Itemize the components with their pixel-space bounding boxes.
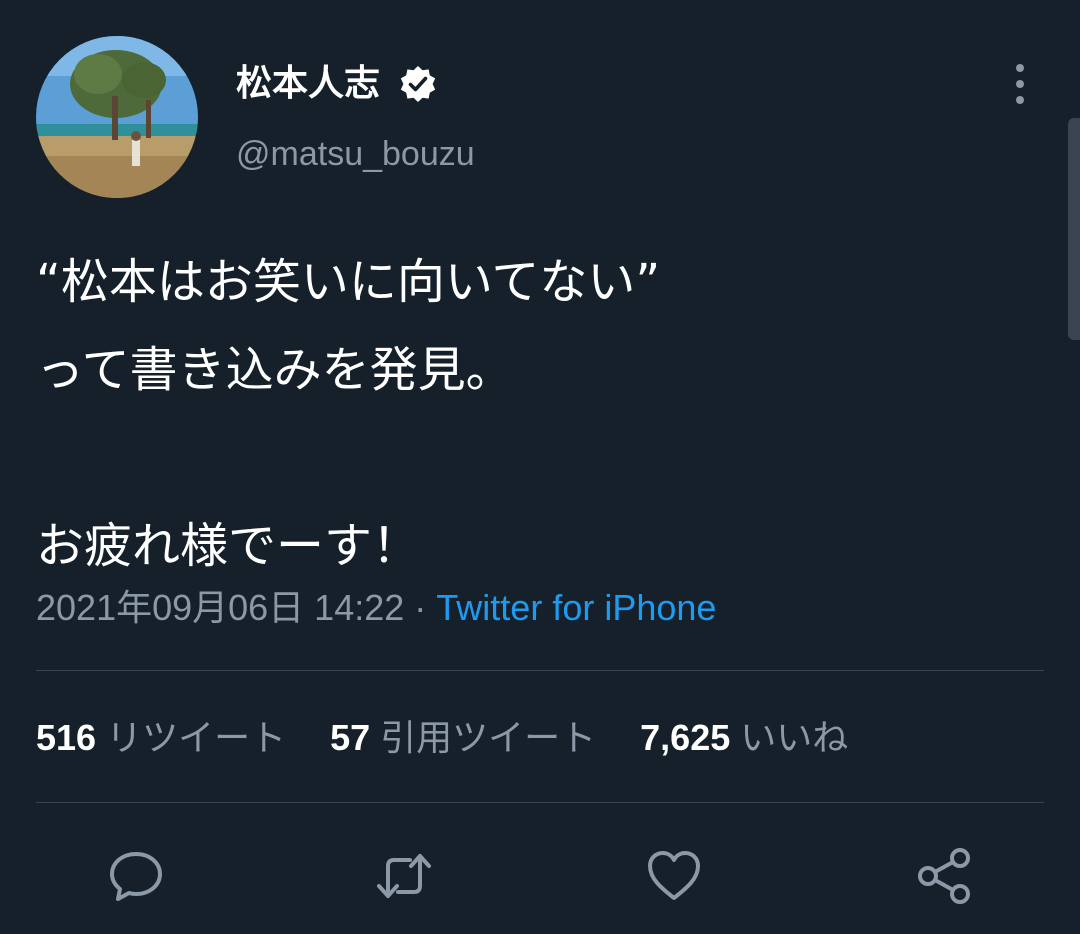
tweet-timestamp[interactable]: 2021年09月06日 14:22: [36, 587, 404, 628]
reply-icon[interactable]: [106, 846, 166, 906]
quote-count: 57: [330, 717, 371, 758]
quotes-stat[interactable]: 57 引用ツイート: [330, 712, 596, 765]
divider: [36, 802, 1044, 803]
like-label: いいね: [740, 718, 849, 759]
retweet-label: リツイート: [106, 718, 287, 759]
display-name-text[interactable]: 松本人志: [236, 62, 380, 106]
like-count: 7,625: [640, 717, 731, 758]
tweet-text: “松本はお笑いに向いてない” って書き込みを発見。 お疲れ様でーす！: [36, 254, 661, 574]
divider: [36, 670, 1044, 671]
more-vertical-icon[interactable]: [1004, 62, 1036, 106]
user-handle[interactable]: @matsu_bouzu: [236, 134, 475, 174]
verified-badge-icon: [398, 64, 438, 104]
meta-separator: ·: [414, 587, 427, 628]
tweet-source-link[interactable]: Twitter for iPhone: [436, 587, 716, 628]
retweets-stat[interactable]: 516 リツイート: [36, 712, 286, 765]
heart-icon[interactable]: [644, 846, 704, 906]
share-icon[interactable]: [914, 846, 974, 906]
tweet-stats: 516 リツイート 57 引用ツイート 7,625 いいね: [36, 712, 892, 765]
display-name[interactable]: 松本人志: [236, 62, 438, 106]
likes-stat[interactable]: 7,625 いいね: [640, 712, 848, 765]
retweet-count: 516: [36, 717, 97, 758]
retweet-icon[interactable]: [374, 846, 434, 906]
scrollbar[interactable]: [1068, 118, 1080, 340]
tweet-meta: 2021年09月06日 14:22 · Twitter for iPhone: [36, 584, 716, 632]
avatar[interactable]: [36, 36, 198, 198]
quote-label: 引用ツイート: [380, 718, 597, 759]
